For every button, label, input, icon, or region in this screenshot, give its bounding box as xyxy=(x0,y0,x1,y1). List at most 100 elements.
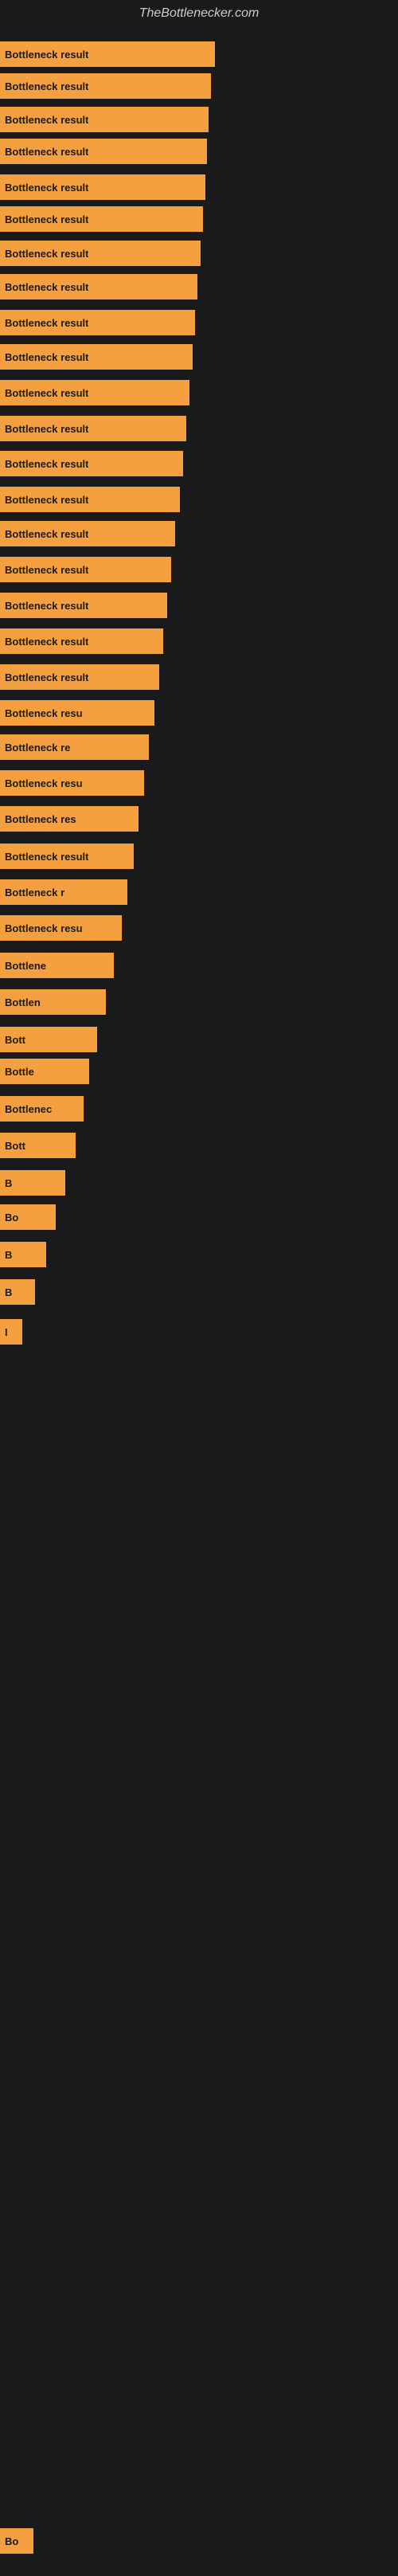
bar-label: Bottleneck result xyxy=(5,494,88,506)
bar-container: Bo xyxy=(0,2528,398,2554)
bar-container: Bottleneck result xyxy=(0,310,398,335)
bar-label: Bottlene xyxy=(5,960,46,972)
bar-label: Bottleneck resu xyxy=(5,777,83,789)
bar-label: Bottleneck resu xyxy=(5,922,83,934)
bar-label: Bottleneck result xyxy=(5,213,88,225)
bar-label: Bo xyxy=(5,2535,18,2547)
bottleneck-bar: Bottleneck r xyxy=(0,879,127,905)
bottleneck-bar: Bottlenec xyxy=(0,1096,84,1122)
bottleneck-bar: Bottleneck result xyxy=(0,73,211,99)
bar-label: Bottleneck result xyxy=(5,423,88,435)
bar-container: Bottleneck resu xyxy=(0,915,398,941)
bar-label: Bottleneck result xyxy=(5,114,88,126)
bar-label: Bottleneck result xyxy=(5,458,88,470)
bottleneck-bar: Bott xyxy=(0,1027,97,1052)
bar-container: Bottleneck result xyxy=(0,664,398,690)
bar-label: Bottleneck result xyxy=(5,636,88,648)
bar-label: Bottleneck resu xyxy=(5,707,83,719)
bar-container: Bottleneck result xyxy=(0,487,398,512)
bar-label: Bott xyxy=(5,1140,25,1152)
bar-container: Bottlene xyxy=(0,953,398,978)
site-title-container: TheBottlenecker.com xyxy=(0,0,398,27)
bottleneck-bar: Bottleneck result xyxy=(0,593,167,618)
bar-container: B xyxy=(0,1279,398,1305)
bottleneck-bar: Bottleneck result xyxy=(0,521,175,546)
bottleneck-bar: Bo xyxy=(0,2528,33,2554)
bar-label: Bottlenec xyxy=(5,1103,52,1115)
bar-container: Bottleneck result xyxy=(0,139,398,164)
bar-label: Bottleneck res xyxy=(5,813,76,825)
bar-container: Bottleneck r xyxy=(0,879,398,905)
bar-container: Bottleneck result xyxy=(0,521,398,546)
bottleneck-bar: Bott xyxy=(0,1133,76,1158)
bar-container: Bottleneck result xyxy=(0,41,398,67)
bottleneck-bar: Bottleneck re xyxy=(0,734,149,760)
bottleneck-bar: Bottleneck result xyxy=(0,628,163,654)
bar-container: Bottleneck result xyxy=(0,593,398,618)
bottleneck-bar: Bottleneck result xyxy=(0,310,195,335)
bar-container: Bottleneck result xyxy=(0,107,398,132)
bar-container: Bottleneck result xyxy=(0,73,398,99)
bar-label: Bottleneck result xyxy=(5,146,88,158)
bottleneck-bar: B xyxy=(0,1170,65,1196)
bottleneck-bar: Bottleneck result xyxy=(0,664,159,690)
bar-container: B xyxy=(0,1170,398,1196)
bottleneck-bar: Bottleneck result xyxy=(0,487,180,512)
bar-label: Bottleneck result xyxy=(5,528,88,540)
bar-container: Bottleneck result xyxy=(0,451,398,476)
bottleneck-bar: Bo xyxy=(0,1204,56,1230)
bar-label: Bottleneck r xyxy=(5,887,64,898)
bar-label: Bottlen xyxy=(5,996,41,1008)
bottleneck-bar: Bottlene xyxy=(0,953,114,978)
bottleneck-bar: Bottleneck result xyxy=(0,174,205,200)
bar-label: Bottleneck result xyxy=(5,49,88,61)
bar-container: Bottleneck result xyxy=(0,844,398,869)
bar-container: Bottleneck result xyxy=(0,206,398,232)
bottleneck-bar: Bottleneck result xyxy=(0,241,201,266)
bottleneck-bar: Bottleneck resu xyxy=(0,915,122,941)
bar-label: B xyxy=(5,1249,12,1261)
bar-label: Bottleneck result xyxy=(5,564,88,576)
bottleneck-bar: Bottleneck resu xyxy=(0,770,144,796)
bar-container: Bottleneck result xyxy=(0,380,398,405)
bar-container: I xyxy=(0,1319,398,1345)
bottleneck-bar: B xyxy=(0,1242,46,1267)
bar-label: Bott xyxy=(5,1034,25,1046)
bottleneck-bar: Bottleneck result xyxy=(0,344,193,370)
bottleneck-bar: Bottleneck result xyxy=(0,139,207,164)
bar-label: Bottleneck result xyxy=(5,671,88,683)
bar-label: Bottleneck re xyxy=(5,742,70,754)
bar-container: Bottleneck resu xyxy=(0,700,398,726)
bottleneck-bar: I xyxy=(0,1319,22,1345)
bar-label: I xyxy=(5,1326,8,1338)
bar-container: Bottleneck result xyxy=(0,174,398,200)
bar-label: Bottleneck result xyxy=(5,600,88,612)
bar-label: Bottleneck result xyxy=(5,351,88,363)
bottleneck-bar: Bottleneck result xyxy=(0,416,186,441)
bar-container: Bottleneck result xyxy=(0,344,398,370)
bottleneck-bar: Bottlen xyxy=(0,989,106,1015)
bar-container: Bottleneck res xyxy=(0,806,398,832)
bottleneck-bar: Bottleneck result xyxy=(0,206,203,232)
bar-label: Bottleneck result xyxy=(5,248,88,260)
bar-container: Bottleneck result xyxy=(0,274,398,299)
bar-label: Bottleneck result xyxy=(5,317,88,329)
bar-container: Bott xyxy=(0,1027,398,1052)
bar-label: Bottleneck result xyxy=(5,80,88,92)
bar-container: Bottlen xyxy=(0,989,398,1015)
bar-container: Bottleneck result xyxy=(0,628,398,654)
bar-container: Bott xyxy=(0,1133,398,1158)
bottleneck-bar: Bottleneck result xyxy=(0,557,171,582)
bottleneck-bar: Bottleneck result xyxy=(0,451,183,476)
bottleneck-bar: Bottleneck result xyxy=(0,274,197,299)
bar-label: Bottle xyxy=(5,1066,34,1078)
bottleneck-bar: B xyxy=(0,1279,35,1305)
bottleneck-bar: Bottleneck result xyxy=(0,844,134,869)
bar-container: Bottleneck resu xyxy=(0,770,398,796)
bottleneck-bar: Bottleneck result xyxy=(0,380,189,405)
bar-container: Bottle xyxy=(0,1059,398,1084)
bottleneck-bar: Bottleneck result xyxy=(0,107,209,132)
bottleneck-bar: Bottleneck res xyxy=(0,806,139,832)
bar-label: Bo xyxy=(5,1212,18,1223)
site-title: TheBottlenecker.com xyxy=(0,0,398,27)
